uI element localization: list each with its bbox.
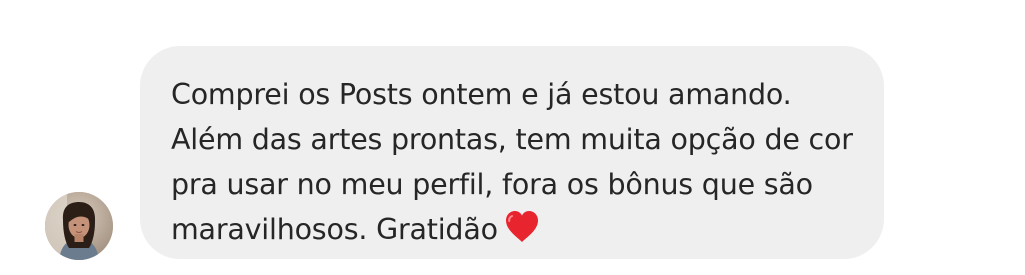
- avatar-image: [45, 192, 113, 260]
- message-text: Comprei os Posts ontem e já estou amando…: [171, 72, 864, 252]
- message-row: Comprei os Posts ontem e já estou amando…: [0, 0, 1025, 275]
- heart-icon: [504, 210, 540, 244]
- message-bubble[interactable]: Comprei os Posts ontem e já estou amando…: [140, 46, 884, 259]
- avatar[interactable]: [45, 192, 113, 260]
